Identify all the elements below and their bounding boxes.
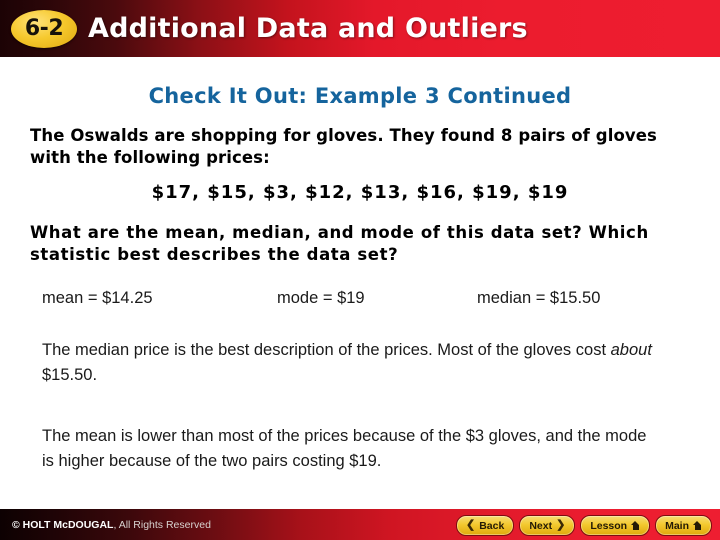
next-button[interactable]: Next ❯ xyxy=(519,515,576,536)
explanation-1-text-b: $15.50. xyxy=(42,366,98,384)
lesson-number-label: 6-2 xyxy=(24,15,64,41)
page-title: Additional Data and Outliers xyxy=(88,13,528,44)
price-list: $17, $15, $3, $12, $13, $16, $19, $19 xyxy=(151,182,569,203)
slide-content: Check It Out: Example 3 Continued The Os… xyxy=(0,57,720,509)
explanation-1-text-a: The median price is the best description… xyxy=(42,341,611,359)
slide-header: 6-2 Additional Data and Outliers xyxy=(0,0,720,57)
home-icon xyxy=(631,521,640,530)
example-subtitle: Check It Out: Example 3 Continued xyxy=(148,84,572,108)
copyright-rights: , All Rights Reserved xyxy=(113,518,211,531)
answer-mode: mode = $19 xyxy=(277,289,365,307)
explanation-paragraph-1: The median price is the best description… xyxy=(42,338,662,388)
slide: 6-2 Additional Data and Outliers Check I… xyxy=(0,0,720,540)
question-paragraph: What are the mean, median, and mode of t… xyxy=(30,223,649,264)
chevron-left-icon: ❮ xyxy=(466,519,476,531)
copyright-notice: © HOLT McDOUGAL, All Rights Reserved xyxy=(12,519,211,531)
lesson-number-badge: 6-2 xyxy=(11,9,77,48)
slide-footer: © HOLT McDOUGAL, All Rights Reserved ❮ B… xyxy=(0,509,720,540)
explanation-paragraph-2: The mean is lower than most of the price… xyxy=(42,427,647,470)
main-button[interactable]: Main xyxy=(655,515,712,536)
footer-navigation: ❮ Back Next ❯ Lesson Main xyxy=(456,515,712,536)
answer-median: median = $15.50 xyxy=(477,289,601,307)
lesson-button-label: Lesson xyxy=(590,519,628,532)
intro-paragraph: The Oswalds are shopping for gloves. The… xyxy=(30,126,657,167)
next-button-label: Next xyxy=(529,519,553,532)
lesson-button[interactable]: Lesson xyxy=(580,515,651,536)
main-button-label: Main xyxy=(665,519,689,532)
explanation-1-emphasis: about xyxy=(610,341,652,359)
copyright-mark: © HOLT McDOUGAL xyxy=(12,518,114,531)
answer-mean: mean = $14.25 xyxy=(42,289,153,307)
home-icon xyxy=(693,521,702,530)
answer-row: mean = $14.25 mode = $19 median = $15.50 xyxy=(0,289,720,315)
back-button[interactable]: ❮ Back xyxy=(456,515,515,536)
back-button-label: Back xyxy=(479,519,505,532)
chevron-right-icon: ❯ xyxy=(556,519,566,531)
